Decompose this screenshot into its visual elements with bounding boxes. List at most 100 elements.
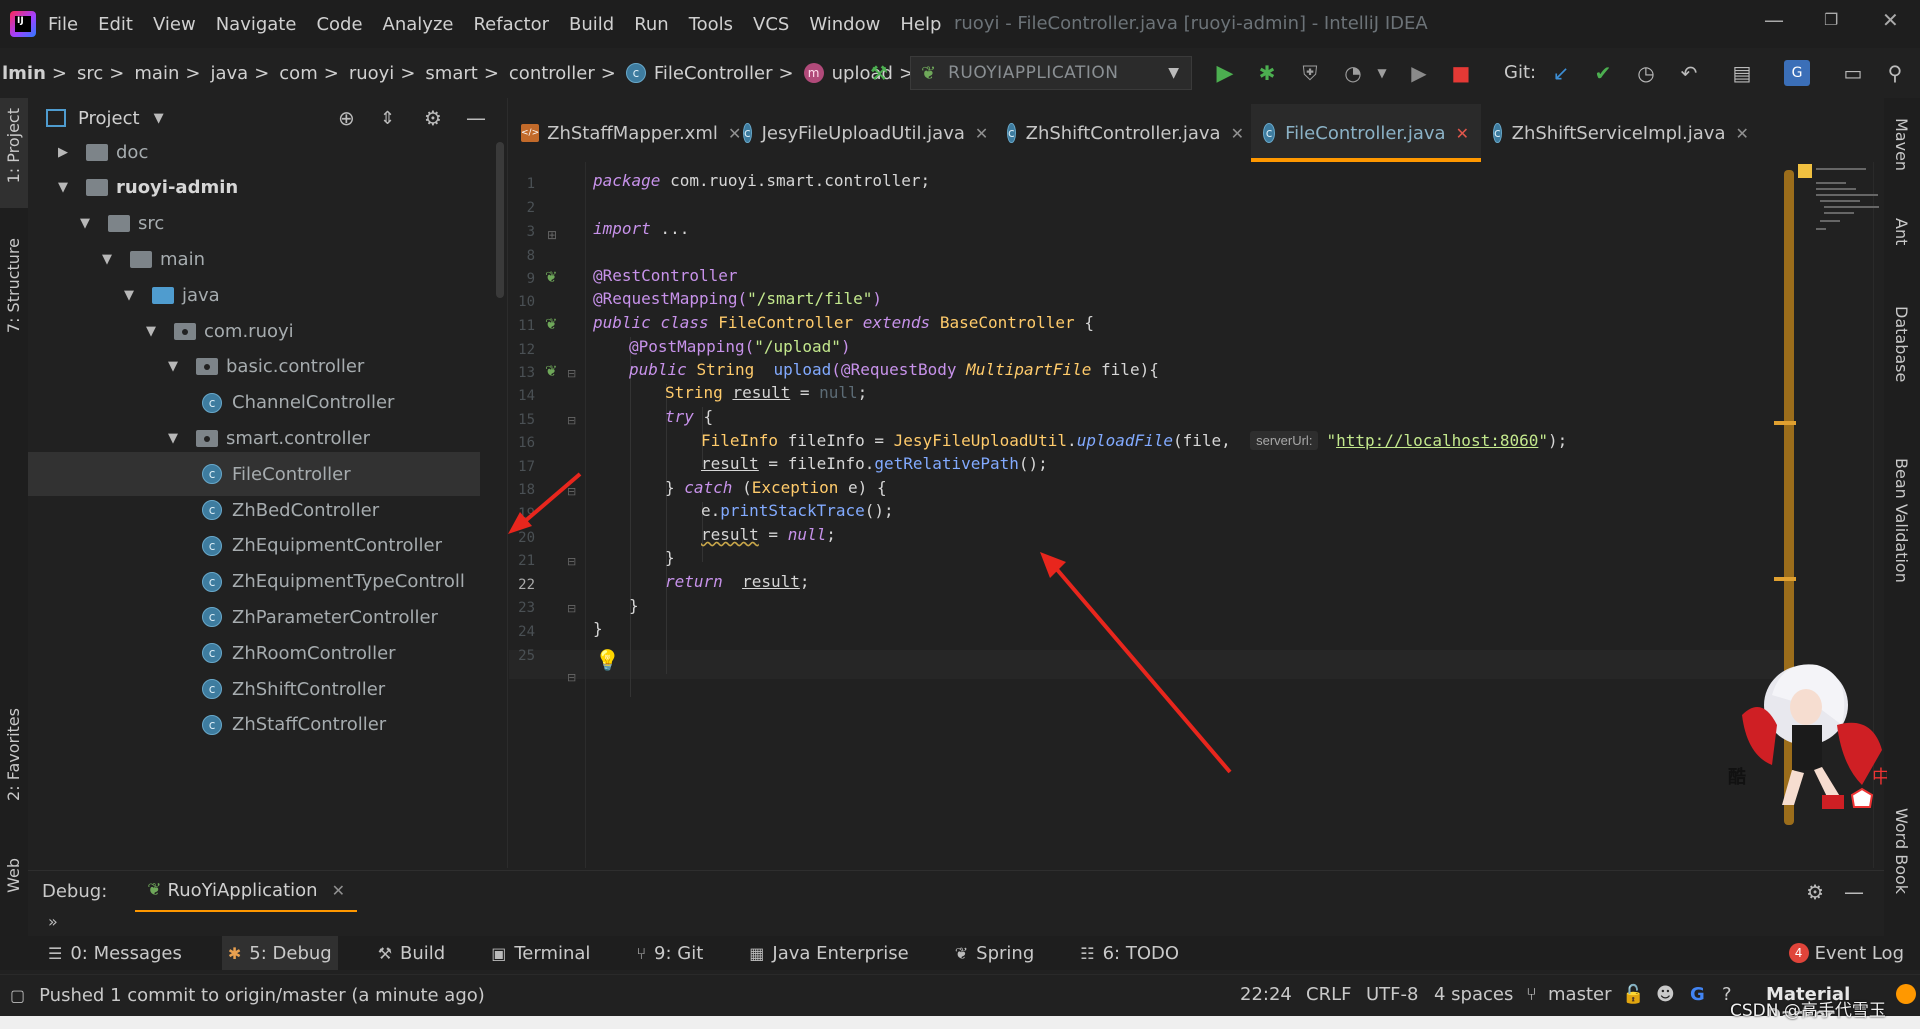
request-mapping-icon[interactable]: ❦ xyxy=(545,362,558,380)
menu-vcs[interactable]: VCS xyxy=(753,14,789,35)
tab-zhshiftserviceimpl[interactable]: c ZhShiftServiceImpl.java ✕ xyxy=(1481,104,1751,162)
error-stripe-marker[interactable] xyxy=(1774,577,1796,581)
menu-analyze[interactable]: Analyze xyxy=(383,14,454,35)
menu-window[interactable]: Window xyxy=(809,14,880,35)
tree-scrollbar[interactable] xyxy=(496,142,504,298)
restore-icon[interactable]: ❐ xyxy=(1824,10,1838,29)
breadcrumb-ruoyi[interactable]: ruoyi xyxy=(349,63,394,84)
tool-button-git[interactable]: ⑂ 9: Git xyxy=(630,936,709,970)
breadcrumb-smart[interactable]: smart xyxy=(425,63,477,84)
chevron-down-icon[interactable]: ▼ xyxy=(58,180,72,195)
git-update-icon[interactable]: ↙ xyxy=(1546,58,1576,88)
tab-zhstaffmapper-xml[interactable]: </> ZhStaffMapper.xml ✕ xyxy=(509,104,741,162)
tool-button-messages[interactable]: ☰ 0: Messages xyxy=(42,936,188,970)
menu-run[interactable]: Run xyxy=(634,14,669,35)
code-editor[interactable]: 1 2 3 8 9 10 11 12 13 14 15 16 17 18 19 … xyxy=(509,162,1884,868)
tool-button-event-log[interactable]: 4 Event Log xyxy=(1783,936,1910,970)
debug-bug-icon[interactable]: ✱ xyxy=(1252,58,1282,88)
search-icon[interactable]: ⚲ xyxy=(1880,58,1910,88)
breadcrumb-com[interactable]: com xyxy=(279,63,317,84)
hide-panel-icon[interactable]: — xyxy=(466,106,486,130)
indent-setting[interactable]: 4 spaces xyxy=(1434,984,1513,1005)
chevron-right-icon[interactable]: ▶ xyxy=(58,145,72,160)
chevron-down-icon[interactable]: ▼ xyxy=(168,359,182,374)
spring-bean-icon[interactable]: ❦ xyxy=(545,315,558,333)
tool-button-spring[interactable]: ❦ Spring xyxy=(949,936,1041,970)
tool-button-todo[interactable]: ☷ 6: TODO xyxy=(1074,936,1185,970)
close-tab-icon[interactable]: ✕ xyxy=(1736,124,1749,143)
status-message[interactable]: Pushed 1 commit to origin/master (a minu… xyxy=(39,985,485,1006)
profile-dropdown-icon[interactable]: ▼ xyxy=(1367,58,1397,88)
inspection-status-icon[interactable] xyxy=(1798,164,1812,178)
git-rollback-icon[interactable]: ↶ xyxy=(1674,58,1704,88)
fold-icon[interactable]: ⊟ xyxy=(567,485,576,498)
tool-tab-maven[interactable]: Maven xyxy=(1892,118,1911,171)
hide-panel-icon[interactable]: — xyxy=(1844,880,1864,904)
tool-tab-favorites[interactable]: 2: Favorites xyxy=(4,708,23,801)
menu-navigate[interactable]: Navigate xyxy=(216,14,297,35)
fold-icon[interactable]: ⊟ xyxy=(567,367,576,380)
fold-icon[interactable]: ⊞ xyxy=(547,228,557,242)
tool-tab-structure[interactable]: 7: Structure xyxy=(4,238,23,333)
breadcrumb-module[interactable]: lmin xyxy=(2,63,46,84)
theme-indicator-icon[interactable] xyxy=(1896,984,1916,1004)
locate-icon[interactable]: ⊕ xyxy=(338,106,355,130)
profile-icon[interactable]: ◔ xyxy=(1338,58,1368,88)
menu-tools[interactable]: Tools xyxy=(689,14,733,35)
tool-tab-ant[interactable]: Ant xyxy=(1892,218,1911,245)
tool-button-terminal[interactable]: ▣ Terminal xyxy=(485,936,596,970)
line-separator[interactable]: CRLF xyxy=(1306,984,1351,1005)
translate-icon[interactable]: G xyxy=(1784,60,1810,86)
google-icon[interactable]: G xyxy=(1690,984,1705,1005)
tool-tab-web[interactable]: Web xyxy=(4,858,23,893)
presentation-icon[interactable]: ▭ xyxy=(1838,58,1868,88)
inspector-icon[interactable]: ☻ xyxy=(1656,984,1675,1005)
fold-icon[interactable]: ⊟ xyxy=(567,414,576,427)
project-structure-icon[interactable]: ▤ xyxy=(1727,58,1757,88)
file-encoding[interactable]: UTF-8 xyxy=(1366,984,1418,1005)
chevron-down-icon[interactable]: ▼ xyxy=(80,216,94,231)
menu-edit[interactable]: Edit xyxy=(98,14,133,35)
tool-tab-project[interactable]: 1: Project xyxy=(4,108,23,183)
close-tab-icon[interactable]: ✕ xyxy=(975,124,988,143)
tool-button-build[interactable]: ⚒ Build xyxy=(372,936,452,970)
status-panel-icon[interactable]: ▢ xyxy=(10,986,25,1005)
close-window-icon[interactable]: ✕ xyxy=(1882,8,1899,32)
tool-tab-database[interactable]: Database xyxy=(1892,306,1911,382)
minimize-icon[interactable]: — xyxy=(1764,8,1784,32)
menu-code[interactable]: Code xyxy=(316,14,362,35)
project-panel-title[interactable]: Project xyxy=(78,108,140,129)
breadcrumb-controller[interactable]: controller xyxy=(509,63,595,84)
tool-button-java-enterprise[interactable]: ▦ Java Enterprise xyxy=(743,936,914,970)
close-tab-icon[interactable]: ✕ xyxy=(1456,124,1469,143)
lock-icon[interactable]: 🔓 xyxy=(1622,984,1644,1005)
tool-tab-bean-validation[interactable]: Bean Validation xyxy=(1892,458,1911,583)
fold-icon[interactable]: ⊟ xyxy=(567,555,576,568)
menu-help[interactable]: Help xyxy=(900,14,941,35)
chevron-down-icon[interactable]: ▼ xyxy=(102,252,116,267)
resume-icon[interactable]: ▶ xyxy=(1404,58,1434,88)
git-commit-icon[interactable]: ✔ xyxy=(1588,58,1618,88)
spring-bean-icon[interactable]: ❦ xyxy=(545,268,558,286)
chevron-down-icon[interactable]: ▼ xyxy=(124,288,138,303)
lightbulb-icon[interactable]: 💡 xyxy=(595,648,620,672)
fold-icon[interactable]: ⊟ xyxy=(567,602,576,615)
error-stripe-marker[interactable] xyxy=(1774,421,1796,425)
caret-position[interactable]: 22:24 xyxy=(1240,984,1292,1005)
menu-build[interactable]: Build xyxy=(569,14,614,35)
tab-filecontroller[interactable]: c FileController.java ✕ xyxy=(1251,104,1481,162)
tab-zhshiftcontroller[interactable]: c ZhShiftController.java ✕ xyxy=(995,104,1251,162)
tab-jesyfileuploadutil[interactable]: c JesyFileUploadUtil.java ✕ xyxy=(731,104,995,162)
tree-item[interactable]: c ZhStaffController xyxy=(28,703,480,747)
collapse-all-icon[interactable]: ⇕ xyxy=(380,108,395,129)
breadcrumb-class[interactable]: FileController xyxy=(654,63,773,84)
stop-icon[interactable]: ■ xyxy=(1446,58,1476,88)
tool-button-debug[interactable]: ✱ 5: Debug xyxy=(221,936,338,970)
chevron-down-icon[interactable]: ▼ xyxy=(154,111,164,126)
run-configuration-dropdown[interactable]: ❦ RUOYIAPPLICATION ▼ xyxy=(910,56,1192,90)
menu-refactor[interactable]: Refactor xyxy=(473,14,549,35)
menu-view[interactable]: View xyxy=(153,14,196,35)
chevron-down-icon[interactable]: ▼ xyxy=(146,324,160,339)
git-history-icon[interactable]: ◷ xyxy=(1631,58,1661,88)
tool-tab-word-book[interactable]: Word Book xyxy=(1892,808,1911,894)
